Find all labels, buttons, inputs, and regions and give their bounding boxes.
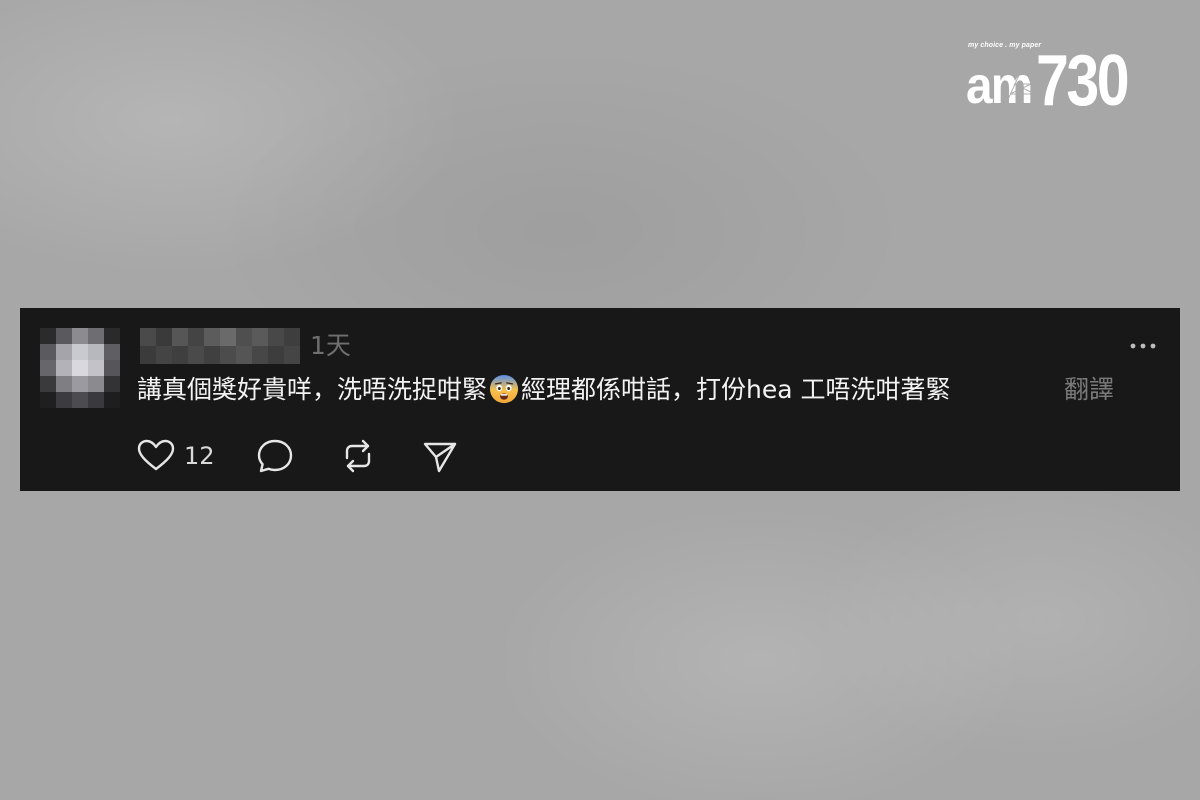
post-card: 1天 講真個獎好貴咩，洗唔洗捉咁緊 經理都係咁話，打份hea 工唔洗咁著緊 翻譯… [20, 308, 1180, 491]
username-blurred[interactable] [140, 328, 300, 364]
fearful-face-icon [489, 374, 519, 404]
post-text-part-2: 經理都係咁話，打份hea 工唔洗咁著緊 [521, 375, 951, 404]
post-body: 講真個獎好貴咩，洗唔洗捉咁緊 經理都係咁話，打份hea 工唔洗咁著緊 [137, 372, 951, 408]
am730-logo: my choice . my paper am 730 [966, 41, 1148, 121]
comment-button[interactable] [256, 438, 294, 474]
heart-icon [137, 439, 175, 471]
post-text-part-1: 講真個獎好貴咩，洗唔洗捉咁緊 [137, 375, 488, 404]
more-options-button[interactable] [1128, 334, 1158, 358]
more-horizontal-icon [1130, 343, 1156, 349]
comment-bubble-icon [257, 439, 293, 473]
logo-number: 730 [1036, 41, 1130, 121]
repost-icon [345, 439, 371, 473]
like-button[interactable]: 12 [136, 438, 215, 474]
like-count: 12 [184, 442, 215, 470]
avatar[interactable] [40, 328, 120, 408]
repost-button[interactable] [339, 438, 377, 474]
translate-link[interactable]: 翻譯 [1064, 372, 1114, 408]
post-timestamp[interactable]: 1天 [310, 330, 351, 362]
send-icon [423, 442, 457, 473]
logo-tagline: my choice . my paper [968, 42, 1042, 49]
share-button[interactable] [421, 438, 459, 474]
